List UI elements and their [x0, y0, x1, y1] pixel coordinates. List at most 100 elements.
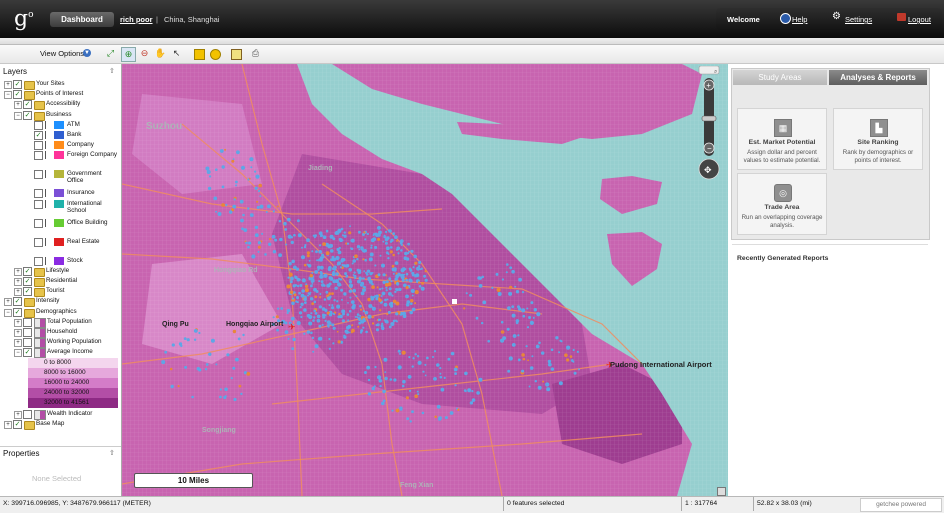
layer-checkbox[interactable]: ✓: [23, 277, 32, 286]
poi-point: [205, 363, 209, 366]
layer-checkbox[interactable]: ✓: [23, 100, 32, 110]
tab-study-areas[interactable]: Study Areas: [733, 70, 827, 85]
layer-checkbox[interactable]: ✓: [23, 110, 32, 120]
layer-checkbox[interactable]: [34, 199, 43, 209]
layer-checkbox[interactable]: [34, 141, 43, 151]
help-icon[interactable]: [780, 13, 791, 24]
poi-point: [295, 267, 300, 271]
circle-tool-icon[interactable]: [208, 47, 221, 60]
layer-row[interactable]: Foreign Company: [0, 150, 121, 169]
layer-row[interactable]: Government Office: [0, 169, 121, 188]
chevron-down-icon[interactable]: ▼: [83, 49, 91, 57]
app-logo[interactable]: go: [14, 4, 34, 30]
layer-checkbox[interactable]: ✓: [34, 131, 43, 140]
poi-point: [405, 278, 409, 282]
zoom-out-tool-icon[interactable]: ⊖: [138, 47, 151, 60]
poi-point: [463, 389, 467, 392]
pan-tool-icon[interactable]: ✋: [154, 47, 167, 60]
user-name-link[interactable]: rich poor: [120, 15, 153, 24]
layer-checkbox[interactable]: ✓: [13, 297, 22, 307]
layer-checkbox[interactable]: ✓: [13, 90, 22, 100]
expand-toggle-icon[interactable]: +: [4, 298, 12, 307]
poi-point: [505, 271, 508, 274]
expand-toggle-icon[interactable]: +: [14, 339, 22, 348]
expand-toggle-icon[interactable]: +: [14, 318, 22, 327]
collapse-icon[interactable]: ⇧: [109, 67, 115, 75]
poi-point: [481, 321, 484, 325]
zoom-control[interactable]: ⌕ + − ✥: [698, 65, 720, 180]
zoom-in-tool-icon[interactable]: ⊕: [121, 47, 136, 62]
layer-checkbox[interactable]: [34, 237, 43, 247]
rectangle-tool-icon[interactable]: [192, 47, 205, 60]
pointer-icon: [45, 237, 52, 246]
layer-checkbox[interactable]: ✓: [23, 266, 32, 276]
poi-point: [333, 268, 337, 271]
layer-checkbox[interactable]: ✓: [23, 287, 32, 297]
tab-analyses-reports[interactable]: Analyses & Reports: [829, 70, 927, 85]
map-resize-icon[interactable]: [717, 487, 726, 496]
expand-toggle-icon[interactable]: +: [14, 278, 22, 286]
pointer-tool-icon[interactable]: ↖: [170, 47, 183, 60]
layer-checkbox[interactable]: [34, 170, 43, 180]
layer-checkbox[interactable]: [34, 151, 43, 161]
poi-point: [359, 314, 362, 317]
layer-row[interactable]: Office Building: [0, 218, 121, 237]
poi-point: [311, 250, 314, 253]
expand-toggle-icon[interactable]: +: [14, 288, 22, 297]
collapse-toggle-icon[interactable]: −: [4, 308, 12, 317]
poi-point: [233, 397, 237, 402]
layer-row[interactable]: + ✓ Base Map: [0, 419, 121, 430]
layer-checkbox[interactable]: [34, 120, 43, 130]
site-ranking-card[interactable]: ▙ Site Ranking Rank by demographics or p…: [833, 108, 923, 170]
layer-checkbox[interactable]: [23, 328, 32, 337]
poi-point: [396, 320, 398, 323]
layer-checkbox[interactable]: ✓: [13, 419, 22, 429]
layer-checkbox[interactable]: [23, 317, 32, 327]
market-potential-card[interactable]: ▦ Est. Market Potential Assign dollar an…: [737, 108, 827, 170]
expand-toggle-icon[interactable]: +: [14, 329, 22, 337]
poi-point: [351, 262, 354, 265]
layer-checkbox[interactable]: [23, 409, 32, 419]
dashboard-button[interactable]: Dashboard: [50, 12, 114, 27]
help-link[interactable]: Help: [792, 15, 807, 24]
poi-color-swatch: [54, 170, 64, 179]
expand-toggle-icon[interactable]: +: [14, 410, 22, 419]
expand-toggle-icon[interactable]: +: [14, 101, 22, 110]
logout-icon[interactable]: [897, 13, 906, 21]
map-view[interactable]: ✈ ✈ Suzhou Jiading Hongqiao Rd Hongqiao …: [122, 64, 728, 496]
poi-point: [353, 271, 356, 274]
layer-checkbox[interactable]: [34, 218, 43, 228]
poi-point: [354, 276, 357, 280]
gear-icon[interactable]: ⚙: [832, 11, 841, 22]
settings-link[interactable]: Settings: [845, 15, 872, 24]
trade-area-card[interactable]: ◎ Trade Area Run an overlapping coverage…: [737, 173, 827, 235]
collapse-toggle-icon[interactable]: −: [4, 91, 12, 100]
logout-link[interactable]: Logout: [908, 15, 931, 24]
poi-point: [528, 385, 531, 388]
poi-point: [389, 240, 393, 243]
layer-checkbox[interactable]: ✓: [23, 348, 32, 358]
identify-tool-icon[interactable]: [229, 47, 242, 60]
layer-checkbox[interactable]: [23, 338, 32, 348]
view-options-menu[interactable]: View Options: [40, 49, 84, 58]
expand-toggle-icon[interactable]: +: [4, 81, 12, 89]
layer-row[interactable]: Real Estate: [0, 237, 121, 256]
collapse-toggle-icon[interactable]: −: [14, 111, 22, 120]
poi-point: [346, 325, 350, 330]
layer-row[interactable]: International School: [0, 199, 121, 218]
collapse-toggle-icon[interactable]: −: [14, 349, 22, 358]
collapse-icon[interactable]: ⇧: [109, 449, 115, 457]
expand-toggle-icon[interactable]: +: [4, 420, 12, 429]
layer-checkbox[interactable]: ✓: [13, 80, 22, 89]
layer-checkbox[interactable]: ✓: [13, 307, 22, 317]
print-tool-icon[interactable]: ⎙: [249, 47, 262, 60]
layer-checkbox[interactable]: [34, 189, 43, 199]
poi-point: [316, 314, 321, 319]
layer-checkbox[interactable]: [34, 256, 43, 266]
expand-toggle-icon[interactable]: +: [14, 267, 22, 276]
poi-point: [370, 244, 373, 247]
select-tool-icon[interactable]: ⤢: [104, 47, 117, 60]
powered-by-badge[interactable]: getchee powered: [860, 498, 942, 512]
legend-item: 8000 to 16000: [28, 367, 118, 378]
poi-point: [402, 379, 406, 384]
